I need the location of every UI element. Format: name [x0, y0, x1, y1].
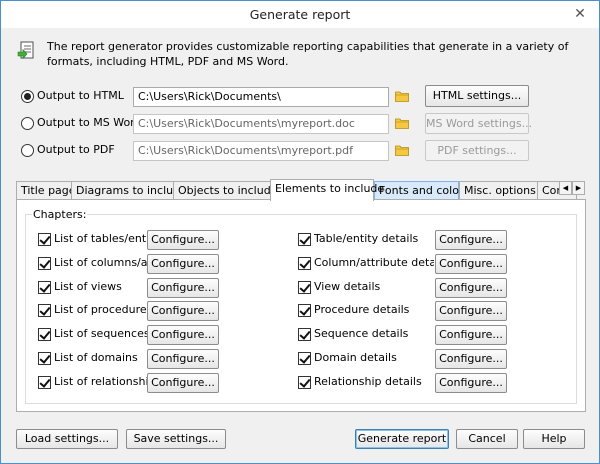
report-generator-icon	[17, 41, 34, 60]
chapter-checkbox[interactable]	[298, 233, 311, 246]
output-html-radio[interactable]	[21, 90, 34, 103]
chapter-row: Table/entity details Configure...	[298, 230, 538, 250]
folder-icon[interactable]	[395, 117, 409, 129]
chapter-label[interactable]: Table/entity details	[314, 232, 434, 245]
tab-fonts-and-colors[interactable]: Fonts and colors	[374, 181, 469, 200]
tab-title-page[interactable]: Title page	[16, 181, 76, 200]
chapter-label[interactable]: Column/attribute details	[314, 256, 434, 269]
chapter-row: Sequence details Configure...	[298, 325, 538, 346]
chapter-row: Procedure details Configure...	[298, 301, 538, 322]
html-path-input[interactable]: C:\Users\Rick\Documents\	[133, 87, 389, 107]
tab-elements-to-include[interactable]: Elements to include	[270, 179, 384, 201]
output-html-label[interactable]: Output to HTML	[37, 89, 124, 102]
elements-tab-panel: Chapters: List of tables/entities Configu…	[16, 199, 586, 412]
chapter-row: Relationship details Configure...	[298, 372, 538, 393]
configure-button[interactable]: Configure...	[147, 301, 219, 322]
title-bar: Generate report ✕	[1, 1, 599, 28]
generate-report-button[interactable]: Generate report	[355, 429, 449, 449]
chapter-checkbox[interactable]	[298, 256, 311, 270]
chapter-row: List of sequences Configure...	[38, 325, 278, 346]
chapter-row: List of columns/attributesConfigure...	[38, 253, 278, 274]
msword-settings-button[interactable]: MS Word settings...	[425, 113, 532, 134]
chapter-label[interactable]: Sequence details	[314, 327, 434, 340]
chapters-label: Chapters:	[32, 208, 88, 221]
report-tabs: Title page Diagrams to include Objects t…	[16, 179, 586, 201]
tab-scroll-left-icon[interactable]: ◀	[559, 181, 572, 195]
chapter-label[interactable]: Domain details	[314, 351, 434, 364]
configure-button[interactable]: Configure...	[147, 253, 219, 274]
generate-report-dialog: Generate report ✕ The report generator p…	[0, 0, 600, 464]
chapter-label[interactable]: Relationship details	[314, 375, 434, 388]
chapter-checkbox[interactable]	[38, 256, 51, 270]
configure-button[interactable]: Configure...	[147, 349, 219, 369]
output-html-row: Output to HTML C:\Users\Rick\Documents\ …	[21, 85, 581, 107]
tab-scroll-right-icon[interactable]: ▶	[572, 181, 585, 195]
chapter-label[interactable]: View details	[314, 280, 434, 293]
chapter-checkbox[interactable]	[298, 352, 311, 365]
tab-diagrams-to-include[interactable]: Diagrams to include	[71, 181, 187, 200]
output-msword-radio[interactable]	[21, 117, 34, 130]
configure-button[interactable]: Configure...	[147, 372, 219, 393]
save-settings-button[interactable]: Save settings...	[126, 429, 226, 449]
chapter-row: View details Configure...	[298, 277, 538, 298]
configure-button[interactable]: Configure...	[147, 230, 219, 250]
configure-button[interactable]: Configure...	[147, 325, 219, 346]
output-pdf-label[interactable]: Output to PDF	[37, 143, 115, 156]
chapter-checkbox[interactable]	[298, 375, 311, 389]
chapter-checkbox[interactable]	[38, 375, 51, 389]
help-button[interactable]: Help	[523, 429, 585, 449]
configure-button[interactable]: Configure...	[147, 277, 219, 298]
tab-misc-options[interactable]: Misc. options	[459, 181, 538, 200]
configure-button[interactable]: Configure...	[435, 301, 507, 322]
configure-button[interactable]: Configure...	[435, 230, 507, 250]
pdf-settings-button[interactable]: PDF settings...	[425, 140, 529, 161]
window-title: Generate report	[249, 7, 351, 22]
chapter-checkbox[interactable]	[38, 304, 51, 318]
output-pdf-radio[interactable]	[21, 144, 34, 157]
chapter-row: List of tables/entities Configure...	[38, 230, 278, 250]
msword-path-input[interactable]: C:\Users\Rick\Documents\myreport.doc	[133, 114, 389, 134]
chapter-row: Column/attribute detailsConfigure...	[298, 253, 538, 274]
configure-button[interactable]: Configure...	[435, 325, 507, 346]
pdf-path-input[interactable]: C:\Users\Rick\Documents\myreport.pdf	[133, 141, 389, 161]
chapter-row: List of domains Configure...	[38, 349, 278, 369]
output-msword-row: Output to MS Word C:\Users\Rick\Document…	[21, 113, 581, 134]
folder-icon[interactable]	[395, 90, 409, 102]
chapter-row: List of procedures Configure...	[38, 301, 278, 322]
info-text: The report generator provides customizab…	[47, 40, 569, 68]
chapter-row: Domain details Configure...	[298, 349, 538, 369]
chapter-label[interactable]: Procedure details	[314, 303, 434, 316]
chapter-checkbox[interactable]	[38, 352, 51, 365]
chapter-checkbox[interactable]	[38, 328, 51, 342]
chapter-checkbox[interactable]	[38, 280, 51, 294]
configure-button[interactable]: Configure...	[435, 372, 507, 393]
configure-button[interactable]: Configure...	[435, 253, 507, 274]
folder-icon[interactable]	[395, 144, 409, 156]
chapter-checkbox[interactable]	[298, 280, 311, 294]
configure-button[interactable]: Configure...	[435, 349, 507, 369]
output-pdf-row: Output to PDF C:\Users\Rick\Documents\my…	[21, 140, 581, 161]
tab-objects-to-include[interactable]: Objects to include	[173, 181, 277, 200]
chapter-checkbox[interactable]	[298, 304, 311, 318]
chapter-checkbox[interactable]	[298, 328, 311, 342]
chapter-row: List of relationship Configure...	[38, 372, 278, 393]
html-settings-button[interactable]: HTML settings...	[425, 85, 529, 107]
output-msword-label[interactable]: Output to MS Word	[37, 116, 142, 129]
chapter-row: List of views Configure...	[38, 277, 278, 298]
close-icon[interactable]: ✕	[569, 5, 591, 23]
load-settings-button[interactable]: Load settings...	[16, 429, 118, 449]
configure-button[interactable]: Configure...	[435, 277, 507, 298]
chapter-checkbox[interactable]	[38, 233, 51, 246]
cancel-button[interactable]: Cancel	[456, 429, 518, 449]
